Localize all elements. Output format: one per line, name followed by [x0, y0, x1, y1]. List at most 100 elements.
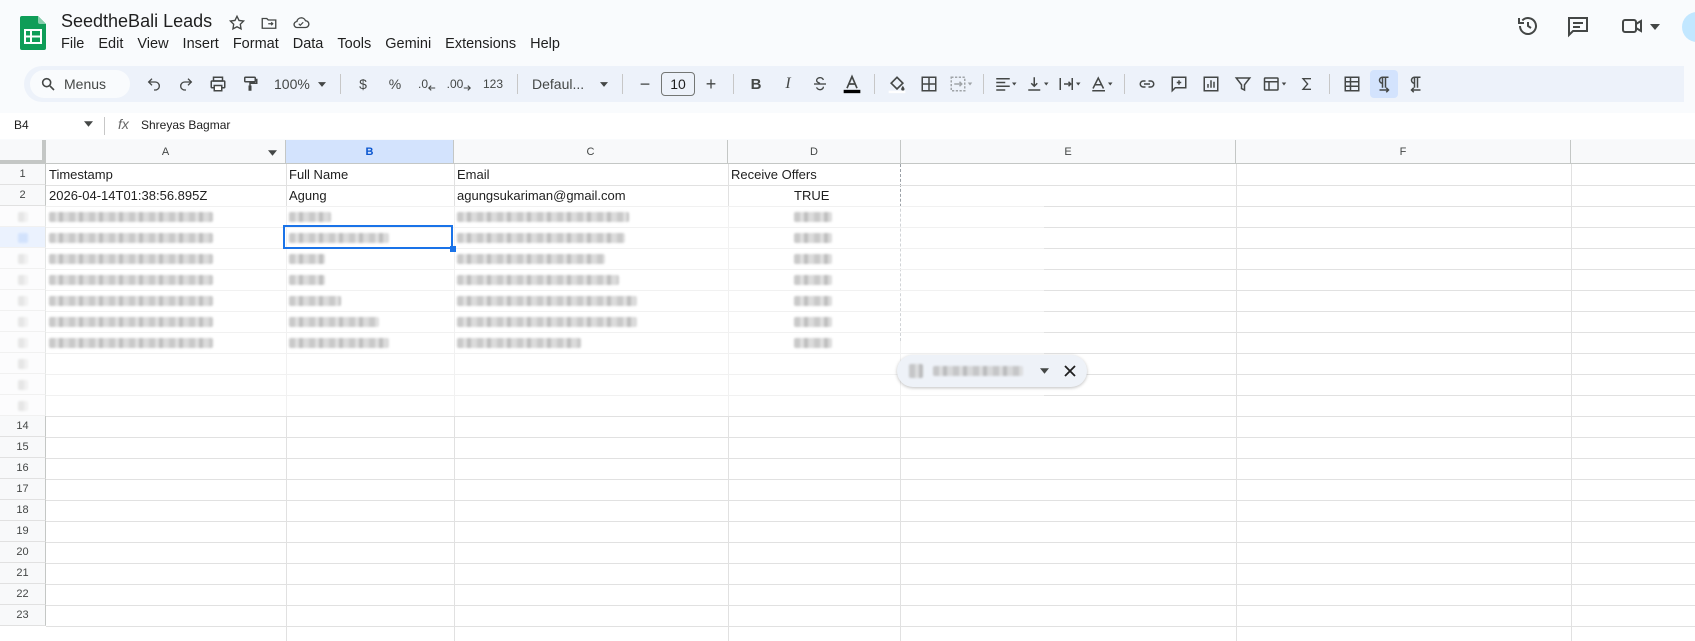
- row-header[interactable]: 16: [0, 458, 46, 479]
- search-menus[interactable]: Menus: [30, 70, 130, 98]
- star-icon[interactable]: [226, 12, 248, 34]
- filter-views-icon[interactable]: [1261, 70, 1289, 98]
- print-icon[interactable]: [204, 70, 232, 98]
- column-header-f[interactable]: F: [1236, 140, 1571, 164]
- select-all-corner[interactable]: [0, 140, 46, 164]
- cell-c1[interactable]: Email: [457, 164, 490, 185]
- cell-b1[interactable]: Full Name: [289, 164, 348, 185]
- percent-format-button[interactable]: %: [381, 70, 409, 98]
- blurred-cell: [289, 317, 379, 327]
- column-header-e[interactable]: E: [901, 140, 1236, 164]
- strikethrough-icon[interactable]: [806, 70, 834, 98]
- row-header[interactable]: 14: [0, 416, 46, 437]
- increase-decimal-button[interactable]: .00: [445, 70, 473, 98]
- row-header[interactable]: 17: [0, 479, 46, 500]
- column-header-b[interactable]: B: [286, 140, 454, 164]
- text-wrapping-icon[interactable]: [1056, 70, 1084, 98]
- menu-help[interactable]: Help: [523, 34, 567, 54]
- zoom-select[interactable]: 100%: [268, 70, 332, 98]
- selected-cell-b4[interactable]: [283, 225, 453, 249]
- menu-format[interactable]: Format: [226, 34, 286, 54]
- comments-icon[interactable]: [1566, 14, 1590, 38]
- grid-line: [46, 521, 1695, 522]
- row-header[interactable]: 2: [0, 185, 46, 206]
- chevron-down-icon[interactable]: [1040, 368, 1049, 374]
- paint-format-icon[interactable]: [236, 70, 264, 98]
- version-history-icon[interactable]: [1516, 14, 1540, 38]
- insert-chart-icon[interactable]: [1197, 70, 1225, 98]
- cloud-saved-icon[interactable]: [290, 12, 312, 34]
- menu-insert[interactable]: Insert: [176, 34, 226, 54]
- bold-button[interactable]: B: [742, 70, 770, 98]
- increase-font-size-button[interactable]: +: [697, 70, 725, 98]
- horizontal-align-icon[interactable]: [992, 70, 1020, 98]
- redo-icon[interactable]: [172, 70, 200, 98]
- ltr-paragraph-icon[interactable]: [1370, 70, 1398, 98]
- menu-file[interactable]: File: [54, 34, 91, 54]
- text-rotation-icon[interactable]: [1088, 70, 1116, 98]
- vertical-align-icon[interactable]: [1024, 70, 1052, 98]
- row-header[interactable]: 18: [0, 500, 46, 521]
- menu-edit[interactable]: Edit: [91, 34, 130, 54]
- table-icon[interactable]: [1338, 70, 1366, 98]
- font-select[interactable]: Defaul...: [526, 70, 614, 98]
- chevron-down-icon[interactable]: [84, 121, 93, 127]
- menu-data[interactable]: Data: [286, 34, 331, 54]
- toolbar-divider: [733, 74, 734, 94]
- menu-view[interactable]: View: [130, 34, 175, 54]
- decrease-decimal-button[interactable]: .0: [413, 70, 441, 98]
- borders-icon[interactable]: [915, 70, 943, 98]
- sheets-logo-icon[interactable]: [20, 16, 46, 50]
- blurred-chip-icon: [909, 364, 923, 378]
- avatar[interactable]: [1682, 12, 1695, 42]
- meet-icon[interactable]: [1620, 14, 1644, 38]
- cell-d2[interactable]: TRUE: [794, 185, 829, 206]
- italic-button[interactable]: I: [774, 70, 802, 98]
- spreadsheet-grid[interactable]: A B C D E F 1 2 14 15 16 17 18 19 20 21 …: [0, 140, 1695, 641]
- name-box[interactable]: B4: [14, 118, 29, 132]
- filter-icon[interactable]: [1229, 70, 1257, 98]
- functions-icon[interactable]: [1293, 70, 1321, 98]
- meet-dropdown-icon[interactable]: [1650, 24, 1660, 30]
- close-icon[interactable]: [1064, 365, 1076, 377]
- merge-cells-icon[interactable]: [947, 70, 975, 98]
- cell-d1[interactable]: Receive Offers: [731, 164, 817, 185]
- insert-link-icon[interactable]: [1133, 70, 1161, 98]
- cell-b2[interactable]: Agung: [289, 185, 327, 206]
- row-header[interactable]: 20: [0, 542, 46, 563]
- column-header-g[interactable]: [1571, 140, 1695, 164]
- text-color-icon[interactable]: [838, 70, 866, 98]
- insert-comment-icon[interactable]: [1165, 70, 1193, 98]
- row-header[interactable]: 22: [0, 584, 46, 605]
- cell-a2[interactable]: 2026-04-14T01:38:56.895Z: [49, 185, 207, 206]
- row-header[interactable]: 23: [0, 605, 46, 626]
- menu-gemini[interactable]: Gemini: [378, 34, 438, 54]
- blurred-cell: [289, 254, 325, 264]
- move-folder-icon[interactable]: [258, 12, 280, 34]
- row-header[interactable]: 15: [0, 437, 46, 458]
- menu-extensions[interactable]: Extensions: [438, 34, 523, 54]
- cell-c2[interactable]: agungsukariman@gmail.com: [457, 185, 626, 206]
- filter-dropdown-icon[interactable]: [268, 150, 277, 156]
- more-formats-button[interactable]: 123: [477, 70, 509, 98]
- smart-chip[interactable]: [897, 355, 1087, 387]
- column-header-a[interactable]: A: [46, 140, 286, 164]
- grid-line: [46, 605, 1695, 606]
- cell-a1[interactable]: Timestamp: [49, 164, 113, 185]
- grid-line: [46, 563, 1695, 564]
- column-header-c[interactable]: C: [454, 140, 728, 164]
- undo-icon[interactable]: [140, 70, 168, 98]
- column-header-d[interactable]: D: [728, 140, 901, 164]
- menu-tools[interactable]: Tools: [330, 34, 378, 54]
- row-header[interactable]: 19: [0, 521, 46, 542]
- decrease-font-size-button[interactable]: −: [631, 70, 659, 98]
- rtl-paragraph-icon[interactable]: [1402, 70, 1430, 98]
- row-header[interactable]: 1: [0, 164, 46, 185]
- document-title[interactable]: SeedtheBali Leads: [61, 11, 212, 32]
- row-header[interactable]: 21: [0, 563, 46, 584]
- formula-input[interactable]: Shreyas Bagmar: [141, 118, 230, 132]
- font-size-input[interactable]: 10: [661, 72, 695, 96]
- fill-color-icon[interactable]: [883, 70, 911, 98]
- fill-handle[interactable]: [450, 246, 456, 252]
- currency-format-button[interactable]: $: [349, 70, 377, 98]
